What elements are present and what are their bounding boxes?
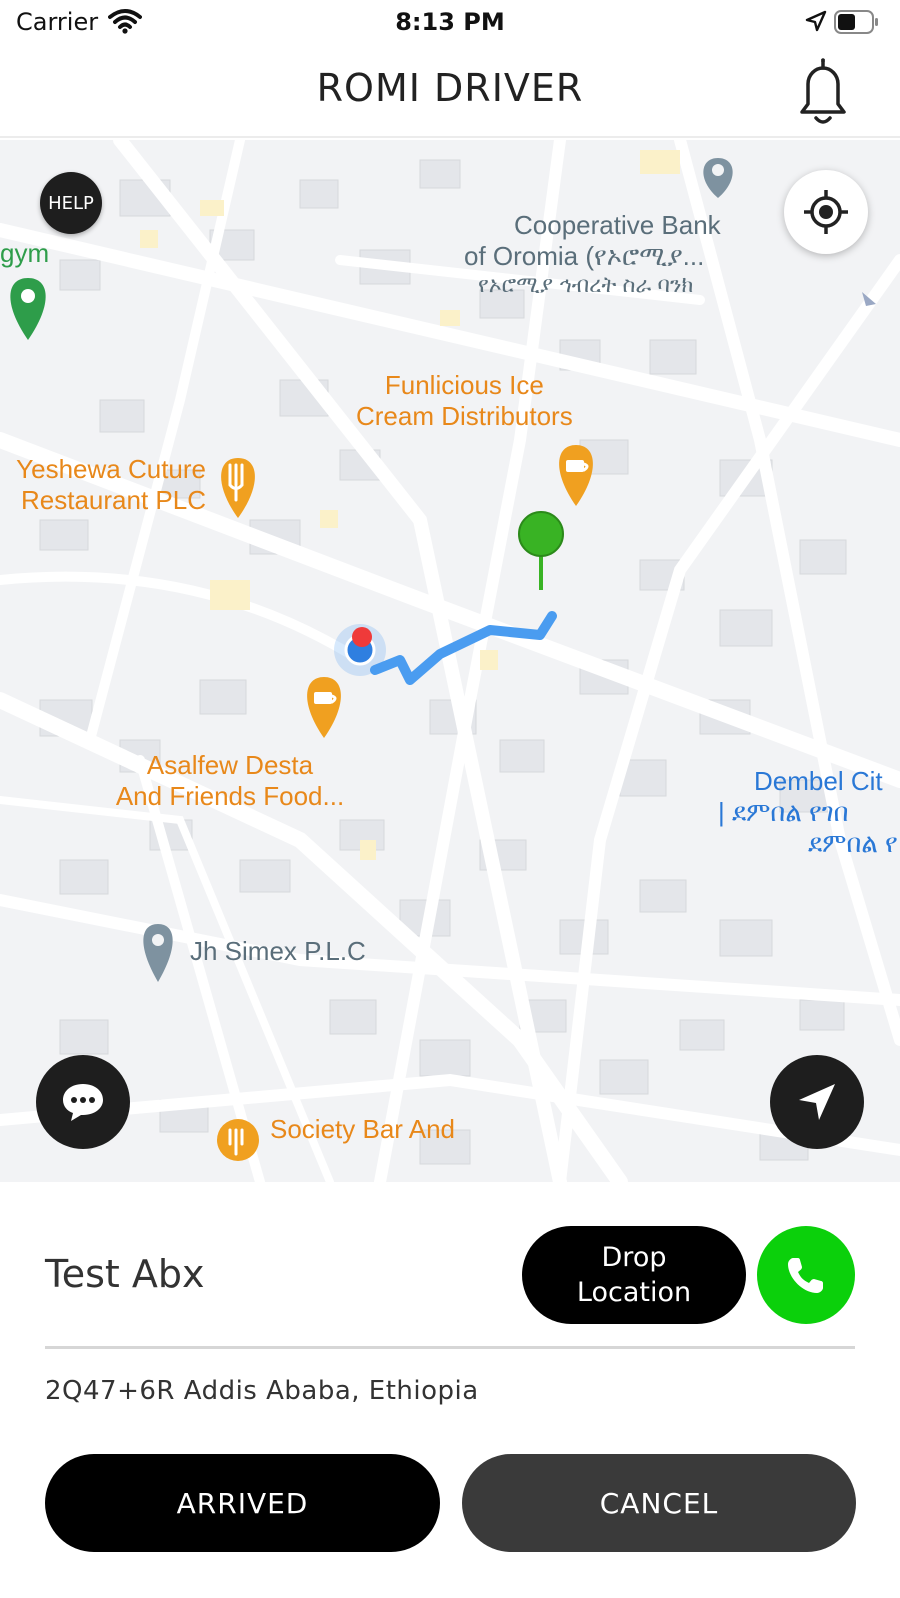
app-header: ROMI DRIVER bbox=[0, 46, 900, 138]
cancel-button[interactable]: CANCEL bbox=[462, 1454, 856, 1552]
bell-icon[interactable] bbox=[790, 56, 856, 128]
poi-label-gym: gym bbox=[0, 238, 50, 268]
poi-funlicious-line1: Funlicious Ice bbox=[384, 370, 544, 400]
poi-cooperative-bank-line1: Cooperative Bank bbox=[514, 210, 721, 240]
poi-label-society-bar: Society Bar And bbox=[270, 1114, 455, 1144]
navigate-button[interactable] bbox=[770, 1055, 864, 1149]
status-bar: Carrier 8:13 PM bbox=[0, 0, 900, 46]
poi-label-cooperative-bank: Cooperative Bank of Oromia (የኦሮሚያ... የኦሮ… bbox=[464, 210, 721, 299]
divider bbox=[45, 1346, 855, 1349]
poi-dembel-line2: | ደምበል የገበ bbox=[718, 797, 849, 828]
chat-button[interactable] bbox=[36, 1055, 130, 1149]
map-view[interactable]: Cooperative Bank of Oromia (የኦሮሚያ... የኦሮ… bbox=[0, 140, 900, 1182]
pickup-address: 2Q47+6R Addis Ababa, Ethiopia bbox=[45, 1376, 479, 1406]
poi-funlicious-line2: Cream Distributors bbox=[356, 401, 573, 432]
drop-location-label: Drop Location bbox=[576, 1241, 692, 1308]
arrived-button[interactable]: ARRIVED bbox=[45, 1454, 440, 1552]
poi-cooperative-bank-line3: የኦሮሚያ ኅብረት ስራ ባንክ bbox=[478, 272, 694, 298]
poi-yeshewa-line2: Restaurant PLC bbox=[21, 485, 206, 516]
help-button[interactable]: HELP bbox=[40, 172, 102, 234]
chat-icon bbox=[63, 1084, 103, 1121]
poi-cooperative-bank-line2: of Oromia (የኦሮሚያ... bbox=[464, 241, 705, 272]
poi-asalfew-line2: And Friends Food... bbox=[115, 781, 345, 812]
map-tiles bbox=[0, 140, 900, 1182]
poi-label-yeshewa: Yeshewa Cuture Restaurant PLC bbox=[0, 454, 206, 516]
phone-icon bbox=[788, 1258, 823, 1293]
poi-asalfew-line1: Asalfew Desta bbox=[146, 750, 314, 780]
poi-dembel-line1: Dembel Cit bbox=[754, 766, 883, 796]
poi-label-funlicious: Funlicious Ice Cream Distributors bbox=[356, 370, 573, 432]
poi-label-dembel: Dembel Cit | ደምበል የገበ ደምበል የ bbox=[718, 766, 898, 860]
call-button[interactable] bbox=[757, 1226, 855, 1324]
poi-dembel-line3: ደምበል የ bbox=[808, 828, 898, 859]
passenger-name: Test Abx bbox=[45, 1252, 205, 1296]
location-arrow-icon bbox=[805, 10, 827, 32]
battery-icon bbox=[834, 10, 878, 34]
poi-yeshewa-line1: Yeshewa Cuture bbox=[16, 454, 206, 484]
my-location-button[interactable] bbox=[784, 170, 868, 254]
my-location-icon bbox=[804, 190, 848, 234]
drop-location-button[interactable]: Drop Location bbox=[522, 1226, 746, 1324]
poi-label-asalfew: Asalfew Desta And Friends Food... bbox=[100, 750, 360, 812]
navigate-icon bbox=[799, 1084, 835, 1120]
status-time: 8:13 PM bbox=[395, 8, 505, 36]
poi-label-jh-simex: Jh Simex P.L.C bbox=[190, 936, 366, 966]
page-title: ROMI DRIVER bbox=[316, 66, 584, 110]
trip-panel: Test Abx Drop Location 2Q47+6R Addis Aba… bbox=[0, 1182, 900, 1598]
